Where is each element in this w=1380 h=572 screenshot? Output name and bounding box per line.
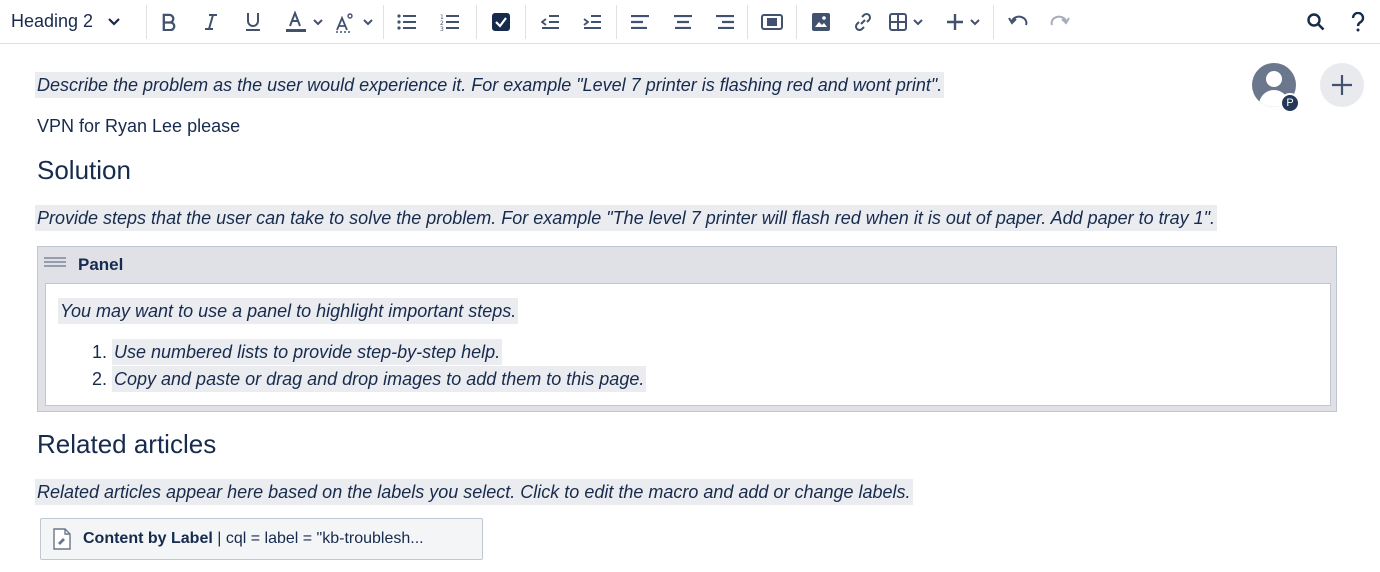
text-color-button[interactable] (279, 6, 329, 38)
align-left-button[interactable] (617, 6, 663, 38)
page-layout-button[interactable] (748, 6, 796, 38)
problem-instructions[interactable]: Describe the problem as the user would e… (35, 72, 945, 98)
content-by-label-macro[interactable]: Content by Label | cql = label = "kb-tro… (40, 518, 483, 560)
page-layout-icon (761, 13, 783, 30)
document-icon (53, 528, 71, 550)
align-right-button[interactable] (703, 6, 747, 38)
italic-icon (205, 13, 217, 30)
chevron-down-icon (108, 17, 120, 26)
indent-button[interactable] (574, 6, 610, 38)
clear-formatting-icon (336, 12, 353, 33)
toolbar-right-group (1296, 0, 1380, 44)
invite-collaborator-button[interactable] (1320, 63, 1364, 107)
macro-name: Content by Label (83, 530, 213, 547)
numbered-list-icon: 123 (440, 14, 459, 31)
search-icon (1307, 13, 1325, 31)
list-item-number: 1. (92, 342, 108, 362)
italic-button[interactable] (191, 6, 231, 38)
align-right-icon (716, 14, 734, 29)
panel-macro[interactable]: Panel You may want to use a panel to hig… (37, 246, 1337, 412)
align-left-icon (631, 14, 649, 29)
align-center-icon (674, 14, 692, 29)
macro-label: Content by Label | cql = label = "kb-tro… (83, 530, 424, 548)
editor-toolbar: Heading 2 123 (0, 0, 1380, 44)
insert-more-button[interactable] (937, 6, 989, 38)
chevron-down-icon (313, 18, 323, 25)
svg-text:3: 3 (440, 26, 444, 31)
redo-icon (1050, 15, 1070, 25)
panel-body[interactable]: You may want to use a panel to highlight… (45, 283, 1331, 406)
chevron-down-icon (363, 18, 373, 25)
link-icon (854, 12, 872, 31)
related-articles-heading[interactable]: Related articles (37, 429, 216, 459)
plus-icon (947, 13, 963, 30)
table-icon (889, 12, 907, 31)
task-list-icon (492, 12, 510, 31)
bold-button[interactable] (147, 6, 191, 38)
panel-title: Panel (78, 255, 124, 274)
help-icon (1351, 12, 1365, 32)
plus-icon (1332, 75, 1352, 95)
solution-heading[interactable]: Solution (37, 155, 131, 185)
editor-content[interactable]: Describe the problem as the user would e… (0, 45, 1380, 572)
macro-params: | cql = label = "kb-troublesh... (212, 530, 424, 547)
panel-macro-icon (41, 254, 69, 272)
panel-intro[interactable]: You may want to use a panel to highlight… (58, 298, 519, 324)
help-button[interactable] (1336, 6, 1380, 38)
insert-link-button[interactable] (845, 6, 881, 38)
find-replace-button[interactable] (1296, 6, 1336, 38)
chevron-down-icon (913, 18, 923, 25)
outdent-icon (541, 14, 559, 29)
bold-icon (162, 13, 176, 31)
list-item[interactable]: Use numbered lists to provide step-by-st… (112, 339, 503, 365)
outdent-button[interactable] (526, 6, 574, 38)
task-list-button[interactable] (477, 6, 525, 38)
underline-icon (246, 12, 260, 31)
avatar-head (1266, 71, 1282, 87)
insert-table-button[interactable] (881, 6, 931, 38)
bullet-list-icon (397, 13, 416, 30)
numbered-list-button[interactable]: 123 (430, 6, 470, 38)
problem-text[interactable]: VPN for Ryan Lee please (37, 114, 240, 138)
redo-button[interactable] (1042, 6, 1078, 38)
align-center-button[interactable] (663, 6, 703, 38)
underline-button[interactable] (231, 6, 275, 38)
text-style-dropdown[interactable]: Heading 2 (0, 6, 140, 38)
image-icon (812, 12, 830, 31)
text-style-label: Heading 2 (11, 11, 94, 31)
indent-icon (583, 14, 601, 29)
bullet-list-button[interactable] (384, 6, 430, 38)
chevron-down-icon (970, 18, 980, 25)
list-item[interactable]: Copy and paste or drag and drop images t… (112, 366, 647, 392)
insert-image-button[interactable] (797, 6, 845, 38)
text-color-icon (286, 10, 306, 32)
undo-icon (1008, 15, 1028, 25)
solution-instructions[interactable]: Provide steps that the user can take to … (35, 205, 1218, 231)
undo-button[interactable] (994, 6, 1042, 38)
more-formatting-button[interactable] (329, 6, 379, 38)
avatar-initial-badge: P (1280, 93, 1300, 113)
list-item-number: 2. (92, 369, 108, 389)
related-articles-instructions[interactable]: Related articles appear here based on th… (35, 479, 913, 505)
